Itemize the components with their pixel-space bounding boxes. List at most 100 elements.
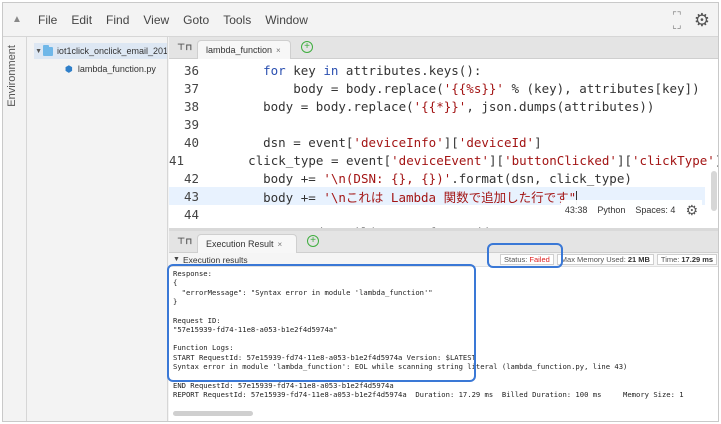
code-token: dsn = event[	[233, 134, 354, 150]
memory-badge: Max Memory Used: 21 MB	[556, 254, 654, 265]
close-icon[interactable]: ×	[278, 240, 283, 249]
environment-tab[interactable]: Environment	[3, 37, 27, 421]
menu-item-file[interactable]: File	[31, 13, 64, 27]
pane-menu-icon[interactable]: ⊤⊓	[177, 236, 192, 247]
code-token: ][	[616, 152, 633, 168]
menu-item-view[interactable]: View	[136, 13, 176, 27]
tree-folder[interactable]: ▼ iot1click_onclick_email_201	[34, 43, 168, 59]
close-icon[interactable]: ×	[276, 46, 281, 55]
line-number: 36	[183, 62, 199, 78]
editor-status-bar: 43:38 Python Spaces: 4 ⚙	[560, 200, 702, 220]
output-line: Function Logs:	[173, 343, 234, 353]
code-string: '\nこれは Lambda 関数で追加した行です"	[323, 189, 577, 205]
code-string: '{{%s}}'	[443, 80, 504, 96]
status-label: Status:	[504, 255, 528, 264]
folder-icon	[43, 44, 53, 56]
code-token: % (key), attributes[key])	[503, 80, 700, 96]
code-keyword: in	[323, 62, 339, 78]
code-keyword: for	[263, 62, 286, 78]
code-string: '{{*}}'	[413, 98, 467, 114]
code-editor[interactable]: 36 for key in attributes.keys(): 37 body …	[169, 59, 718, 228]
output-line: "57e15939-fd74-11e8-a053-b1e2f4d5974a"	[173, 324, 338, 334]
line-number: 44	[183, 206, 199, 222]
time-badge: Time: 17.29 ms	[656, 254, 718, 265]
code-text: body = body.replace('{{*}}', json.dumps(…	[199, 99, 654, 114]
code-token: ]	[534, 134, 542, 150]
code-token: ]	[715, 153, 718, 168]
line-number: 43	[183, 188, 199, 204]
ide-window: ▲ File Edit Find View Goto Tools Window ⌜⌝ ⌞⌟ ⚙…	[2, 2, 719, 422]
menu-item-goto[interactable]: Goto	[176, 13, 216, 27]
line-number: 37	[183, 80, 199, 96]
menu-item-window[interactable]: Window	[258, 13, 315, 27]
code-token: , json.dumps(attributes))	[466, 98, 655, 114]
execution-output[interactable]: Response:{ "errorMessage": "Syntax error…	[169, 267, 718, 421]
tab-label: Execution Result	[206, 239, 274, 249]
code-line[interactable]: 37 body = body.replace('{{%s}}' % (key),…	[169, 79, 705, 97]
add-tab-icon[interactable]: +	[307, 235, 319, 247]
code-string: 'buttonClicked'	[504, 152, 617, 168]
indent-setting[interactable]: Spaces: 4	[635, 205, 675, 215]
collapse-triangle-icon[interactable]: ▼	[173, 256, 180, 263]
gear-icon[interactable]: ⚙	[694, 10, 710, 31]
tab-execution-result[interactable]: Execution Result ×	[197, 234, 297, 253]
status-badge: Status: Failed	[500, 254, 554, 265]
output-line: END RequestId: 57e15939-fd74-11e8-a053-b…	[173, 380, 394, 390]
menu-item-edit[interactable]: Edit	[64, 13, 99, 27]
code-line[interactable]: 40 dsn = event['deviceInfo']['deviceId']	[169, 133, 705, 151]
python-file-icon: ⬢	[65, 63, 73, 74]
collapse-menu-icon[interactable]: ▲	[3, 14, 31, 25]
output-line: {	[173, 278, 178, 288]
code-token: body +=	[233, 170, 324, 186]
code-line[interactable]: 39	[169, 115, 705, 133]
expand-triangle-icon[interactable]: ▼	[34, 48, 43, 55]
status-value: Failed	[529, 255, 550, 264]
code-token: key	[285, 62, 324, 78]
language-mode[interactable]: Python	[597, 205, 625, 215]
code-line[interactable]: 36 for key in attributes.keys():	[169, 61, 705, 79]
code-string: 'deviceEvent'	[391, 152, 489, 168]
cursor-position[interactable]: 43:38	[565, 205, 588, 215]
output-line: }	[173, 296, 178, 306]
line-number: 38	[183, 98, 199, 114]
code-token: ][	[489, 152, 505, 168]
menu-item-find[interactable]: Find	[99, 13, 136, 27]
fullscreen-icon[interactable]: ⌜⌝ ⌞⌟	[670, 11, 684, 30]
menu-item-tools[interactable]: Tools	[216, 13, 258, 27]
tab-lambda-function[interactable]: lambda_function ×	[197, 40, 291, 59]
output-line: REPORT RequestId: 57e15939-fd74-11e8-a05…	[173, 389, 684, 399]
memory-label: Max Memory Used:	[560, 255, 626, 264]
tab-label: lambda_function	[206, 45, 273, 55]
gear-icon[interactable]: ⚙	[685, 202, 698, 219]
bottom-tab-bar: ⊤⊓ Execution Result × +	[169, 231, 718, 253]
output-line: START RequestId: 57e15939-fd74-11e8-a053…	[173, 352, 476, 362]
tree-file[interactable]: ⬢ lambda_function.py	[65, 61, 156, 77]
pane-menu-icon[interactable]: ⊤⊓	[177, 42, 192, 53]
code-line[interactable]: 41 click_type = event['deviceEvent']['bu…	[169, 151, 718, 169]
editor-tab-bar: ⊤⊓ lambda_function × +	[169, 37, 718, 59]
add-tab-icon[interactable]: +	[301, 41, 313, 53]
tree-file-label: lambda_function.py	[77, 64, 156, 74]
code-text: body += '\n(DSN: {}, {})'.format(dsn, cl…	[199, 171, 632, 186]
code-token: click_type = event[	[218, 152, 392, 168]
code-line[interactable]: 38 body = body.replace('{{*}}', json.dum…	[169, 97, 705, 115]
time-label: Time:	[660, 255, 680, 264]
environment-tab-label: Environment	[6, 45, 18, 107]
code-text: dsn = event['deviceInfo']['deviceId']	[199, 135, 542, 150]
code-token: ][	[443, 134, 459, 150]
execution-results-title: Execution results	[182, 254, 248, 265]
code-token: attributes.keys():	[338, 62, 482, 78]
code-string: 'clickType'	[632, 152, 715, 168]
code-line[interactable]: 42 body += '\n(DSN: {}, {})'.format(dsn,…	[169, 169, 705, 187]
code-token: body = body.replace(	[233, 80, 444, 96]
output-line: "errorMessage": "Syntax error in module …	[173, 287, 433, 297]
output-line: Request ID:	[173, 315, 221, 325]
editor-scrollbar[interactable]	[711, 171, 717, 211]
output-horizontal-scrollbar[interactable]	[173, 411, 253, 416]
tree-folder-label: iot1click_onclick_email_201	[56, 46, 168, 56]
file-tree: ▼ iot1click_onclick_email_201 ⬢ lambda_f…	[28, 37, 168, 421]
code-text: body = body.replace('{{%s}}' % (key), at…	[199, 80, 700, 96]
memory-value: 21 MB	[627, 255, 650, 264]
line-number: 41	[169, 152, 185, 168]
